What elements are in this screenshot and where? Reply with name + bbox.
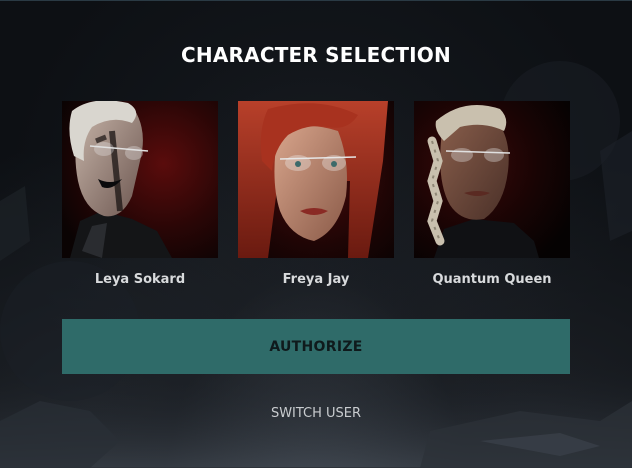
- character-card-leya-sokard[interactable]: Leya Sokard: [62, 101, 218, 287]
- page-title: CHARACTER SELECTION: [181, 43, 451, 67]
- portrait-leya-sokard[interactable]: [62, 101, 218, 258]
- character-selection-window: CHARACTER SELECTION Leya Sokard Freya Ja…: [0, 0, 632, 468]
- character-name: Leya Sokard: [94, 272, 186, 287]
- portrait-quantum-queen[interactable]: [414, 101, 570, 258]
- portrait-freya-jay[interactable]: [238, 101, 394, 258]
- authorize-button[interactable]: AUTHORIZE: [62, 319, 570, 374]
- character-card-freya-jay[interactable]: Freya Jay: [238, 101, 394, 287]
- switch-user-link[interactable]: SWITCH USER: [0, 406, 632, 421]
- character-name: Quantum Queen: [432, 272, 552, 287]
- character-card-quantum-queen[interactable]: Quantum Queen: [414, 101, 570, 287]
- character-name: Freya Jay: [282, 272, 350, 287]
